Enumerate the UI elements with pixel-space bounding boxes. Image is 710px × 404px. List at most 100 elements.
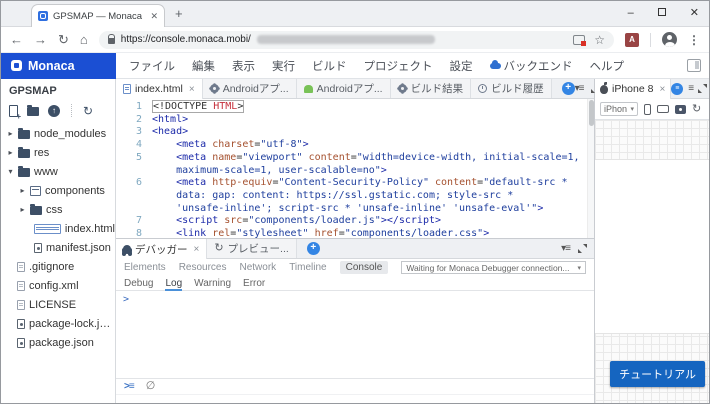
tree-item-config-xml[interactable]: config.xml (1, 276, 115, 295)
tree-item-www[interactable]: ▾www (1, 162, 115, 181)
menu-view[interactable]: 表示 (232, 58, 255, 74)
tab-build-history[interactable]: ビルド履歴 (471, 79, 552, 98)
tree-item-components[interactable]: ▸components (1, 181, 115, 200)
pdf-extension-icon[interactable]: A (625, 33, 639, 47)
tab-network[interactable]: Network (240, 262, 277, 273)
expand-icon[interactable] (698, 84, 707, 93)
landscape-icon[interactable] (657, 105, 669, 113)
home-icon[interactable]: ⌂ (80, 33, 88, 46)
tab-android-app-1[interactable]: Androidアプ... (203, 79, 297, 98)
tree-item-gitignore[interactable]: .gitignore (1, 257, 115, 276)
extension-badge-icon[interactable] (573, 35, 585, 45)
preview-refresh-icon[interactable]: ↻ (692, 104, 701, 115)
tab-console[interactable]: Console (340, 261, 389, 274)
tab-list-icon[interactable]: ▾≡ (575, 83, 584, 94)
tree-item-package-json[interactable]: package.json (1, 333, 115, 352)
tab-timeline[interactable]: Timeline (289, 262, 326, 273)
tab-elements[interactable]: Elements (124, 262, 166, 273)
tree-item-index-html[interactable]: index.html (1, 219, 115, 238)
chevron-down-icon[interactable]: ▾ (7, 167, 14, 176)
add-tab-icon[interactable]: + (307, 242, 320, 255)
code-line: 'unsafe-inline'; script-src * 'unsafe-in… (116, 203, 594, 216)
tree-item-res[interactable]: ▸res (1, 143, 115, 162)
bookmark-star-icon[interactable]: ☆ (594, 34, 605, 46)
close-window-button[interactable]: ✕ (690, 8, 699, 19)
tree-item-package-lock-json[interactable]: package-lock.json (1, 314, 115, 333)
device-select[interactable]: iPhon ▾ (600, 102, 638, 116)
omnibox-actions: ☆ (573, 34, 605, 46)
console-input-icon[interactable]: >≡ (124, 381, 134, 392)
window-controls: – ✕ (628, 2, 699, 24)
tutorial-button[interactable]: チュートリアル (610, 361, 705, 387)
preview-settings-icon[interactable]: ≡ (671, 83, 683, 95)
code-line: data: gap: content: https://ssl.gstatic.… (116, 190, 594, 203)
device-screen (595, 159, 709, 334)
chevron-right-icon[interactable]: ▸ (19, 186, 26, 195)
chevron-right-icon[interactable]: ▸ (7, 129, 14, 138)
tab-close-icon[interactable]: ✕ (150, 11, 158, 22)
filter-debug[interactable]: Debug (124, 278, 153, 289)
menu-backend[interactable]: バックエンド (490, 58, 573, 74)
menu-settings[interactable]: 設定 (450, 58, 473, 74)
expand-icon[interactable] (578, 244, 587, 253)
clear-console-icon[interactable]: ∅ (146, 381, 156, 392)
menu-file[interactable]: ファイル (129, 58, 175, 74)
menu-build[interactable]: ビルド (312, 58, 347, 74)
tab-preview-pane[interactable]: ↻ プレビュー... (207, 239, 296, 258)
new-tab-button[interactable]: + (175, 6, 183, 21)
tab-android-app-2[interactable]: Androidアプ... (297, 79, 391, 98)
console-bottom-toolbar: >≡ ∅ (116, 378, 594, 394)
browser-tab[interactable]: GPSMAP — Monaca Cloud IDE ✕ (31, 4, 165, 27)
code-line: 7 <script src="components/loader.js"></s… (116, 215, 594, 228)
layout-panel-icon[interactable] (687, 59, 701, 72)
filter-warning[interactable]: Warning (194, 278, 231, 289)
screenshot-icon[interactable] (675, 105, 686, 114)
upload-icon[interactable]: ↑ (48, 105, 60, 117)
chevron-right-icon[interactable]: ▸ (19, 205, 26, 214)
close-icon[interactable]: × (194, 244, 200, 255)
menu-project[interactable]: プロジェクト (364, 58, 433, 74)
close-icon[interactable]: × (189, 84, 195, 95)
filter-log[interactable]: Log (165, 278, 182, 289)
ide-main: GPSMAP ↑ ↻ ▸node_modules ▸res ▾www ▸comp… (1, 79, 709, 404)
debugger-connection-dropdown[interactable]: Waiting for Monaca Debugger connection..… (401, 261, 586, 274)
back-icon[interactable]: ← (10, 33, 23, 46)
new-file-icon[interactable] (9, 105, 18, 117)
tab-resources[interactable]: Resources (179, 262, 227, 273)
chevron-right-icon[interactable]: ▸ (7, 148, 14, 157)
portrait-icon[interactable] (644, 104, 651, 115)
reload-icon[interactable]: ↻ (58, 33, 69, 46)
profile-avatar-icon[interactable] (662, 32, 677, 47)
tab-build-result[interactable]: ビルド結果 (391, 79, 472, 98)
address-bar[interactable]: https://console.monaca.mobi/ ☆ (99, 31, 614, 49)
tree-item-manifest-json[interactable]: manifest.json (1, 238, 115, 257)
json-file-icon (17, 338, 25, 348)
maximize-button[interactable] (658, 8, 666, 19)
menu-help[interactable]: ヘルプ (590, 58, 625, 74)
editor-scrollbar[interactable] (587, 99, 594, 238)
tab-list-icon[interactable]: ≡ (688, 83, 693, 94)
forward-icon[interactable]: → (34, 33, 47, 46)
menu-edit[interactable]: 編集 (192, 58, 215, 74)
browser-menu-icon[interactable]: ⋮ (688, 33, 700, 47)
console-filter-tabs: Debug Log Warning Error (116, 276, 594, 291)
tree-item-node-modules[interactable]: ▸node_modules (1, 124, 115, 143)
tree-item-css[interactable]: ▸css (1, 200, 115, 219)
tab-iphone-8[interactable]: iPhone 8 × (595, 79, 671, 99)
console-output[interactable]: > (116, 291, 594, 378)
code-editor[interactable]: 1<!DOCTYPE HTML>2<html>3<head>4 <meta ch… (116, 99, 594, 238)
cloud-icon (490, 63, 501, 69)
close-icon[interactable]: × (659, 84, 665, 95)
scrollbar-thumb[interactable] (589, 100, 594, 126)
tree-item-license[interactable]: LICENSE (1, 295, 115, 314)
minimize-button[interactable]: – (628, 8, 634, 19)
add-tab-icon[interactable]: + (562, 82, 575, 95)
tab-index-html[interactable]: index.html × (116, 79, 203, 99)
tab-list-icon[interactable]: ▾≡ (561, 243, 570, 254)
new-folder-icon[interactable] (27, 107, 39, 116)
menu-run[interactable]: 実行 (272, 58, 295, 74)
preview-tabbar: iPhone 8 × ≡ ≡ (595, 79, 709, 99)
tab-debugger[interactable]: デバッガー × (116, 239, 207, 259)
refresh-tree-icon[interactable]: ↻ (83, 105, 93, 117)
filter-error[interactable]: Error (243, 278, 265, 289)
